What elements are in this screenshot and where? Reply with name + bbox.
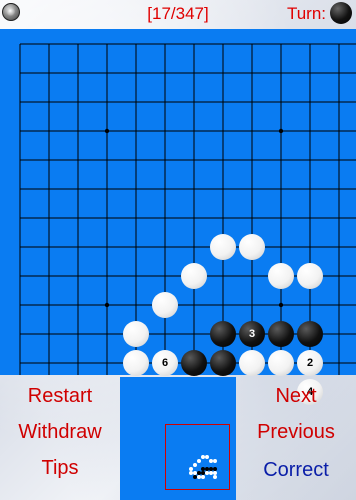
white-stone — [239, 234, 265, 260]
game-board[interactable]: 362510124 — [0, 29, 356, 405]
board-overview-minimap[interactable] — [165, 424, 230, 490]
white-stone — [239, 350, 265, 376]
star-point — [278, 128, 284, 134]
black-stone: 3 — [239, 321, 265, 347]
restart-button[interactable]: Restart — [0, 382, 120, 410]
minimap-white-stone — [213, 459, 217, 463]
white-stone — [268, 263, 294, 289]
correct-button[interactable]: Correct — [236, 456, 356, 484]
star-point — [104, 128, 110, 134]
minimap-white-stone — [213, 475, 217, 479]
white-stone — [181, 263, 207, 289]
previous-button[interactable]: Previous — [236, 418, 356, 446]
turn-label: Turn: — [286, 4, 326, 23]
withdraw-button[interactable]: Withdraw — [0, 418, 120, 446]
tips-button[interactable]: Tips — [0, 454, 120, 482]
white-stone — [210, 234, 236, 260]
white-stone — [123, 350, 149, 376]
white-stone: 2 — [297, 350, 323, 376]
white-stone — [123, 321, 149, 347]
black-stone — [210, 350, 236, 376]
white-stone: 6 — [152, 350, 178, 376]
star-point — [104, 302, 110, 308]
white-stone — [268, 350, 294, 376]
top-bar: [17/347] Turn: — [0, 0, 356, 28]
turn-stone-icon — [330, 2, 352, 24]
black-stone — [181, 350, 207, 376]
black-stone — [268, 321, 294, 347]
white-stone — [152, 292, 178, 318]
next-button[interactable]: Next — [236, 382, 356, 410]
minimap-white-stone — [205, 455, 209, 459]
white-stone — [297, 263, 323, 289]
black-stone — [210, 321, 236, 347]
minimap-white-stone — [201, 475, 205, 479]
black-stone — [297, 321, 323, 347]
star-point — [278, 302, 284, 308]
minimap-white-stone — [197, 459, 201, 463]
minimap-white-stone — [193, 463, 197, 467]
